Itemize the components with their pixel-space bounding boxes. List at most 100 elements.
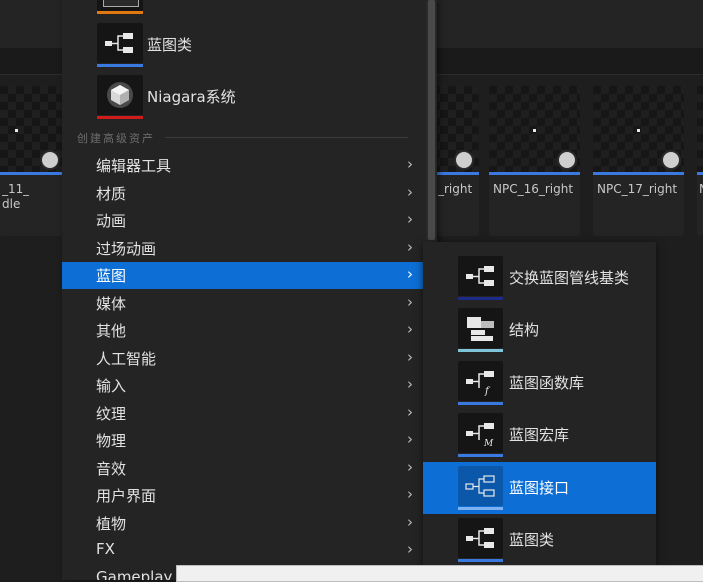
menu-item-label: 植物 xyxy=(96,515,127,533)
submenu-item-struct[interactable]: 结构 xyxy=(423,304,656,356)
submenu-item-macro-library[interactable]: M 蓝图宏库 xyxy=(423,409,656,461)
chevron-right-icon: › xyxy=(407,183,413,201)
box-icon xyxy=(103,0,139,7)
asset-card[interactable]: NPC_17_right xyxy=(593,86,684,236)
menu-item-misc[interactable]: 其他 › xyxy=(62,317,423,344)
menu-item-editor-tools[interactable]: 编辑器工具 › xyxy=(62,152,423,179)
asset-icon-partial xyxy=(97,0,143,11)
chevron-right-icon: › xyxy=(407,485,413,503)
blueprint-pipeline-icon xyxy=(458,256,503,300)
chevron-right-icon: › xyxy=(407,265,413,283)
asset-type-bar xyxy=(458,507,503,510)
asset-card[interactable]: _11_ dle xyxy=(0,86,62,236)
menu-item-textures[interactable]: 纹理 › xyxy=(62,400,423,427)
menu-item-label: Gameplay xyxy=(96,568,173,580)
svg-text:M: M xyxy=(483,439,494,449)
menu-item-label: 物理 xyxy=(96,432,127,450)
menu-item-foliage[interactable]: 植物 › xyxy=(62,510,423,537)
menu-asset-niagara-system[interactable]: Niagara系统 xyxy=(62,72,423,120)
submenu-item-label: 结构 xyxy=(509,321,540,339)
submenu-item-label: 蓝图宏库 xyxy=(509,426,570,444)
asset-type-bar xyxy=(97,116,143,119)
menu-item-label: 蓝图 xyxy=(96,267,127,285)
function-library-icon: f xyxy=(458,361,503,405)
menu-item-media[interactable]: 媒体 › xyxy=(62,290,423,317)
menu-item-animation[interactable]: 动画 › xyxy=(62,207,423,234)
submenu-item-label: 交换蓝图管线基类 xyxy=(509,269,630,287)
camera-icon xyxy=(557,150,577,170)
asset-type-bar xyxy=(458,454,503,457)
asset-dot xyxy=(637,129,640,132)
chevron-right-icon: › xyxy=(407,430,413,448)
chevron-right-icon: › xyxy=(407,320,413,338)
blueprint-class-icon xyxy=(458,518,503,562)
asset-type-bar xyxy=(97,64,143,67)
asset-type-bar xyxy=(458,349,503,352)
asset-label: NPC_16_right xyxy=(493,182,574,196)
chevron-right-icon: › xyxy=(407,513,413,531)
menu-item-input[interactable]: 输入 › xyxy=(62,372,423,399)
menu-item-label: 其他 xyxy=(96,322,127,340)
struct-icon xyxy=(458,308,503,352)
chevron-right-icon: › xyxy=(407,293,413,311)
menu-item-label: FX xyxy=(96,540,115,558)
menu-asset-blueprint-class[interactable]: 蓝图类 xyxy=(62,20,423,68)
submenu-item-pipeline-base[interactable]: 交换蓝图管线基类 xyxy=(423,252,656,304)
asset-type-bar xyxy=(458,402,503,405)
asset-type-bar xyxy=(489,172,580,175)
menu-item-blueprint[interactable]: 蓝图 › xyxy=(62,262,423,289)
submenu-item-blueprint-class[interactable]: 蓝图类 xyxy=(423,514,656,566)
asset-thumbnail xyxy=(697,86,703,172)
menu-item-sounds[interactable]: 音效 › xyxy=(62,455,423,482)
menu-item-label: 媒体 xyxy=(96,295,127,313)
menu-item-label: 编辑器工具 xyxy=(96,157,172,175)
section-divider xyxy=(165,137,408,138)
niagara-system-icon xyxy=(97,75,143,119)
asset-type-bar xyxy=(697,172,703,175)
submenu-item-label: 蓝图类 xyxy=(509,531,555,549)
asset-type-bar xyxy=(97,11,143,14)
submenu-item-function-library[interactable]: f 蓝图函数库 xyxy=(423,357,656,409)
svg-text:f: f xyxy=(484,386,491,397)
menu-item-label: 动画 xyxy=(96,212,127,230)
menu-scrollbar-thumb[interactable] xyxy=(428,0,435,240)
asset-card[interactable]: N xyxy=(697,86,703,236)
menu-item-cinematics[interactable]: 过场动画 › xyxy=(62,235,423,262)
submenu-item-label: 蓝图接口 xyxy=(509,479,570,497)
menu-asset-label: Niagara系统 xyxy=(147,88,236,106)
chevron-right-icon: › xyxy=(407,540,413,558)
asset-label: _11_ xyxy=(2,182,30,196)
submenu-item-blueprint-interface[interactable]: 蓝图接口 xyxy=(423,462,656,514)
macro-library-icon: M xyxy=(458,413,503,457)
asset-type-bar xyxy=(0,172,62,175)
asset-card[interactable]: NPC_16_right xyxy=(489,86,580,236)
chevron-right-icon: › xyxy=(407,348,413,366)
chevron-right-icon: › xyxy=(407,375,413,393)
camera-icon xyxy=(661,150,681,170)
menu-item-label: 过场动画 xyxy=(96,240,157,258)
asset-type-bar xyxy=(593,172,684,175)
menu-asset-label: 蓝图类 xyxy=(147,36,193,54)
chevron-right-icon: › xyxy=(407,155,413,173)
menu-item-user-interface[interactable]: 用户界面 › xyxy=(62,482,423,509)
menu-item-label: 输入 xyxy=(96,377,127,395)
menu-item-label: 人工智能 xyxy=(96,350,157,368)
tooltip xyxy=(176,565,703,582)
camera-icon xyxy=(40,150,60,170)
blueprint-class-icon xyxy=(97,23,143,67)
menu-item-materials[interactable]: 材质 › xyxy=(62,180,423,207)
menu-item-physics[interactable]: 物理 › xyxy=(62,427,423,454)
camera-icon xyxy=(454,150,474,170)
section-header: 创建高级资产 xyxy=(77,132,155,145)
chevron-right-icon: › xyxy=(407,238,413,256)
asset-dot xyxy=(533,129,536,132)
menu-item-fx[interactable]: FX › xyxy=(62,537,423,564)
asset-label-line2: dle xyxy=(2,197,21,211)
asset-label: NPC_17_right xyxy=(597,182,678,196)
asset-label: N xyxy=(699,182,703,196)
submenu-item-label: 蓝图函数库 xyxy=(509,374,585,392)
blueprint-interface-icon xyxy=(458,466,503,510)
menu-item-label: 用户界面 xyxy=(96,487,157,505)
menu-item-ai[interactable]: 人工智能 › xyxy=(62,345,423,372)
menu-item-label: 材质 xyxy=(96,185,127,203)
